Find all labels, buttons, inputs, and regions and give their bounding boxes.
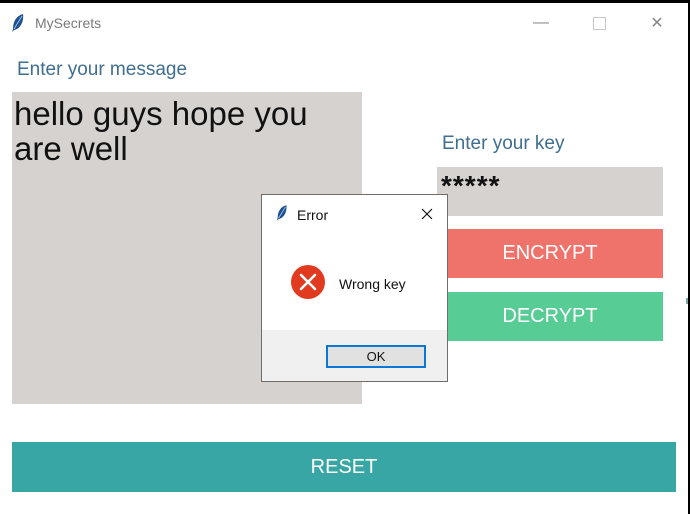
decrypt-button[interactable]: DECRYPT (437, 292, 663, 341)
minimize-icon: — (533, 14, 549, 31)
encrypt-button[interactable]: ENCRYPT (437, 229, 663, 278)
error-icon (291, 265, 325, 299)
close-button[interactable]: ✕ (634, 3, 680, 43)
feather-icon (12, 14, 24, 32)
key-label: Enter your key (442, 133, 565, 154)
ok-button[interactable]: OK (326, 345, 426, 368)
dialog-title: Error (297, 207, 329, 223)
window-edge-mark (686, 298, 688, 304)
maximize-button[interactable] (576, 3, 622, 43)
message-label: Enter your message (17, 59, 188, 80)
error-dialog: Error Wrong key OK (261, 194, 448, 382)
title-bar[interactable]: MySecrets — ✕ (0, 3, 688, 43)
window-title: MySecrets (35, 15, 102, 31)
dialog-close-button[interactable] (412, 202, 442, 226)
key-input[interactable]: ***** (437, 167, 663, 216)
feather-icon (276, 205, 287, 221)
close-icon (421, 208, 433, 220)
reset-button[interactable]: RESET (12, 442, 676, 492)
close-icon: ✕ (650, 15, 664, 32)
dialog-title-bar[interactable]: Error (262, 195, 447, 233)
minimize-button[interactable]: — (518, 3, 564, 43)
dialog-message: Wrong key (339, 276, 406, 292)
maximize-icon (592, 16, 606, 30)
dialog-footer: OK (262, 330, 447, 381)
